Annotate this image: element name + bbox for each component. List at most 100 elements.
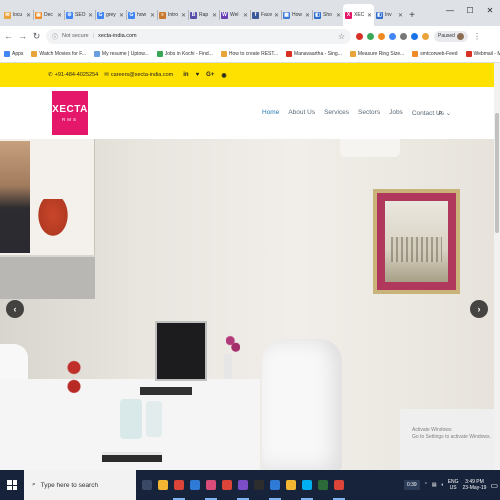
rss-icon[interactable]: ◉: [221, 72, 226, 79]
browser-tab[interactable]: ▦ How ✕: [281, 4, 312, 26]
bookmark-item[interactable]: How to create REST...: [220, 51, 278, 57]
browser-tab[interactable]: ◧ Inv ✕: [374, 4, 405, 26]
scrollbar-thumb[interactable]: [495, 113, 499, 233]
extension-icon[interactable]: [356, 32, 363, 40]
taskbar-app-photos[interactable]: [203, 470, 219, 500]
back-icon[interactable]: ←: [4, 31, 13, 41]
info-icon[interactable]: ⓘ: [52, 32, 58, 41]
taskbar-search[interactable]: ⌕ Type here to search: [24, 470, 136, 500]
bookmark-item[interactable]: Jobs in Kochi - Find...: [156, 51, 213, 57]
taskbar-app-vs[interactable]: [235, 470, 251, 500]
notification-icon[interactable]: ▭: [490, 481, 498, 490]
browser-tab[interactable]: B Rap ✕: [188, 4, 219, 26]
browser-tab[interactable]: ⚙ SEO ✕: [64, 4, 95, 26]
bookmark-item[interactable]: Apps: [4, 51, 23, 57]
tray-chevron-icon[interactable]: ⌃: [424, 482, 428, 488]
browser-tab[interactable]: ◧ Sho ✕: [312, 4, 343, 26]
bookmark-item[interactable]: smtcorweb-Feed: [412, 51, 458, 57]
url-text[interactable]: xecta-india.com: [98, 33, 137, 39]
tab-close-icon[interactable]: ✕: [57, 12, 62, 19]
browser-tab[interactable]: ▣ Dec ✕: [33, 4, 64, 26]
tab-close-icon[interactable]: ✕: [212, 12, 217, 19]
taskbar-app-mail[interactable]: [187, 470, 203, 500]
taskbar-app-chrome[interactable]: [219, 470, 235, 500]
taskbar-app-task-view[interactable]: [139, 470, 155, 500]
extension-icon[interactable]: [389, 32, 396, 40]
new-tab-button[interactable]: +: [405, 4, 419, 26]
extension-icon[interactable]: [367, 32, 374, 40]
forward-icon[interactable]: →: [18, 31, 27, 41]
volume-icon[interactable]: ◖: [441, 482, 444, 488]
taskbar-app-file-explorer[interactable]: [155, 470, 171, 500]
site-logo[interactable]: XECTA RMS: [52, 91, 88, 135]
nav-contact-us[interactable]: Contact Us ⌄: [412, 109, 451, 117]
clock[interactable]: 3:49 PM 23-May-19: [463, 479, 487, 492]
reload-icon[interactable]: ↻: [32, 31, 41, 42]
browser-menu-icon[interactable]: ⋮: [473, 32, 481, 41]
browser-tab[interactable]: ≡ Intro ✕: [157, 4, 188, 26]
tab-close-icon[interactable]: ✕: [26, 12, 31, 19]
tab-title: Face: [261, 12, 272, 18]
email-contact[interactable]: ✉ careers@xecta-india.com: [104, 72, 173, 78]
nav-about-us[interactable]: About Us: [288, 109, 315, 117]
tab-title: how: [137, 12, 147, 18]
tab-close-icon[interactable]: ✕: [119, 12, 124, 19]
browser-tab[interactable]: X XEC ✕: [343, 4, 374, 26]
hero-glass: [146, 401, 162, 437]
recording-timer[interactable]: 0:39: [403, 480, 420, 490]
taskbar-app-chrome[interactable]: [331, 470, 347, 500]
extension-icon[interactable]: [422, 32, 429, 40]
taskbar-app-folder[interactable]: [283, 470, 299, 500]
extension-icon[interactable]: [378, 32, 385, 40]
taskbar-app-terminal[interactable]: [251, 470, 267, 500]
social-links: in ♥ G+ ◉: [183, 72, 226, 79]
bookmark-item[interactable]: Watch Movies for F...: [31, 51, 86, 57]
tab-close-icon[interactable]: ✕: [274, 12, 279, 19]
hero-wall-poster: [0, 139, 95, 299]
start-button[interactable]: [0, 470, 24, 500]
extension-icon[interactable]: [411, 32, 418, 40]
url-bar[interactable]: ⓘ Not secure | xecta-india.com ☆: [46, 28, 351, 44]
tab-close-icon[interactable]: ✕: [88, 12, 93, 19]
browser-tab[interactable]: W Wel ✕: [219, 4, 250, 26]
page-scrollbar[interactable]: [494, 63, 500, 470]
taskbar-app-chrome[interactable]: [171, 470, 187, 500]
browser-tab[interactable]: f Face ✕: [250, 4, 281, 26]
tab-close-icon[interactable]: ✕: [305, 12, 310, 19]
tab-close-icon[interactable]: ✕: [243, 12, 248, 19]
bookmark-item[interactable]: Manavaartha - Sing...: [286, 51, 342, 57]
tab-close-icon[interactable]: ✕: [336, 12, 341, 19]
browser-tab[interactable]: ✉ locu ✕: [2, 4, 33, 26]
close-window-icon[interactable]: ✕: [480, 0, 500, 20]
twitter-icon[interactable]: ♥: [196, 72, 200, 79]
tab-close-icon[interactable]: ✕: [150, 12, 155, 19]
linkedin-icon[interactable]: in: [183, 72, 188, 79]
network-icon[interactable]: ▤: [432, 482, 437, 488]
browser-tab[interactable]: Ghow ✕: [126, 4, 157, 26]
extension-icon[interactable]: [400, 32, 407, 40]
slider-prev-button[interactable]: ‹: [6, 300, 24, 318]
slider-next-button[interactable]: ›: [470, 300, 488, 318]
profile-button[interactable]: Paused: [434, 30, 468, 42]
tab-close-icon[interactable]: ✕: [181, 12, 186, 19]
nav-jobs[interactable]: Jobs: [389, 109, 403, 117]
taskbar-app-app[interactable]: [315, 470, 331, 500]
bookmark-item[interactable]: My resume | Uptow...: [93, 51, 149, 57]
nav-home[interactable]: Home: [262, 109, 279, 117]
maximize-icon[interactable]: ☐: [460, 0, 480, 20]
tab-close-icon[interactable]: ✕: [367, 12, 372, 19]
browser-tab[interactable]: Ggrey ✕: [95, 4, 126, 26]
search-icon[interactable]: ⌕: [438, 108, 442, 118]
bookmark-star-icon[interactable]: ☆: [338, 32, 345, 41]
minimize-icon[interactable]: —: [440, 0, 460, 20]
nav-services[interactable]: Services: [324, 109, 349, 117]
phone-contact[interactable]: ✆ +91-484-4025254: [48, 72, 98, 78]
tab-close-icon[interactable]: ✕: [398, 12, 403, 19]
taskbar-app-skype[interactable]: [299, 470, 315, 500]
bookmark-item[interactable]: Webmail - Main: [465, 51, 500, 57]
nav-sectors[interactable]: Sectors: [358, 109, 380, 117]
taskbar-app-app[interactable]: [267, 470, 283, 500]
language-indicator[interactable]: ENG US: [448, 479, 459, 492]
bookmark-item[interactable]: Measure Ring Size...: [349, 51, 404, 57]
googleplus-icon[interactable]: G+: [206, 72, 214, 79]
